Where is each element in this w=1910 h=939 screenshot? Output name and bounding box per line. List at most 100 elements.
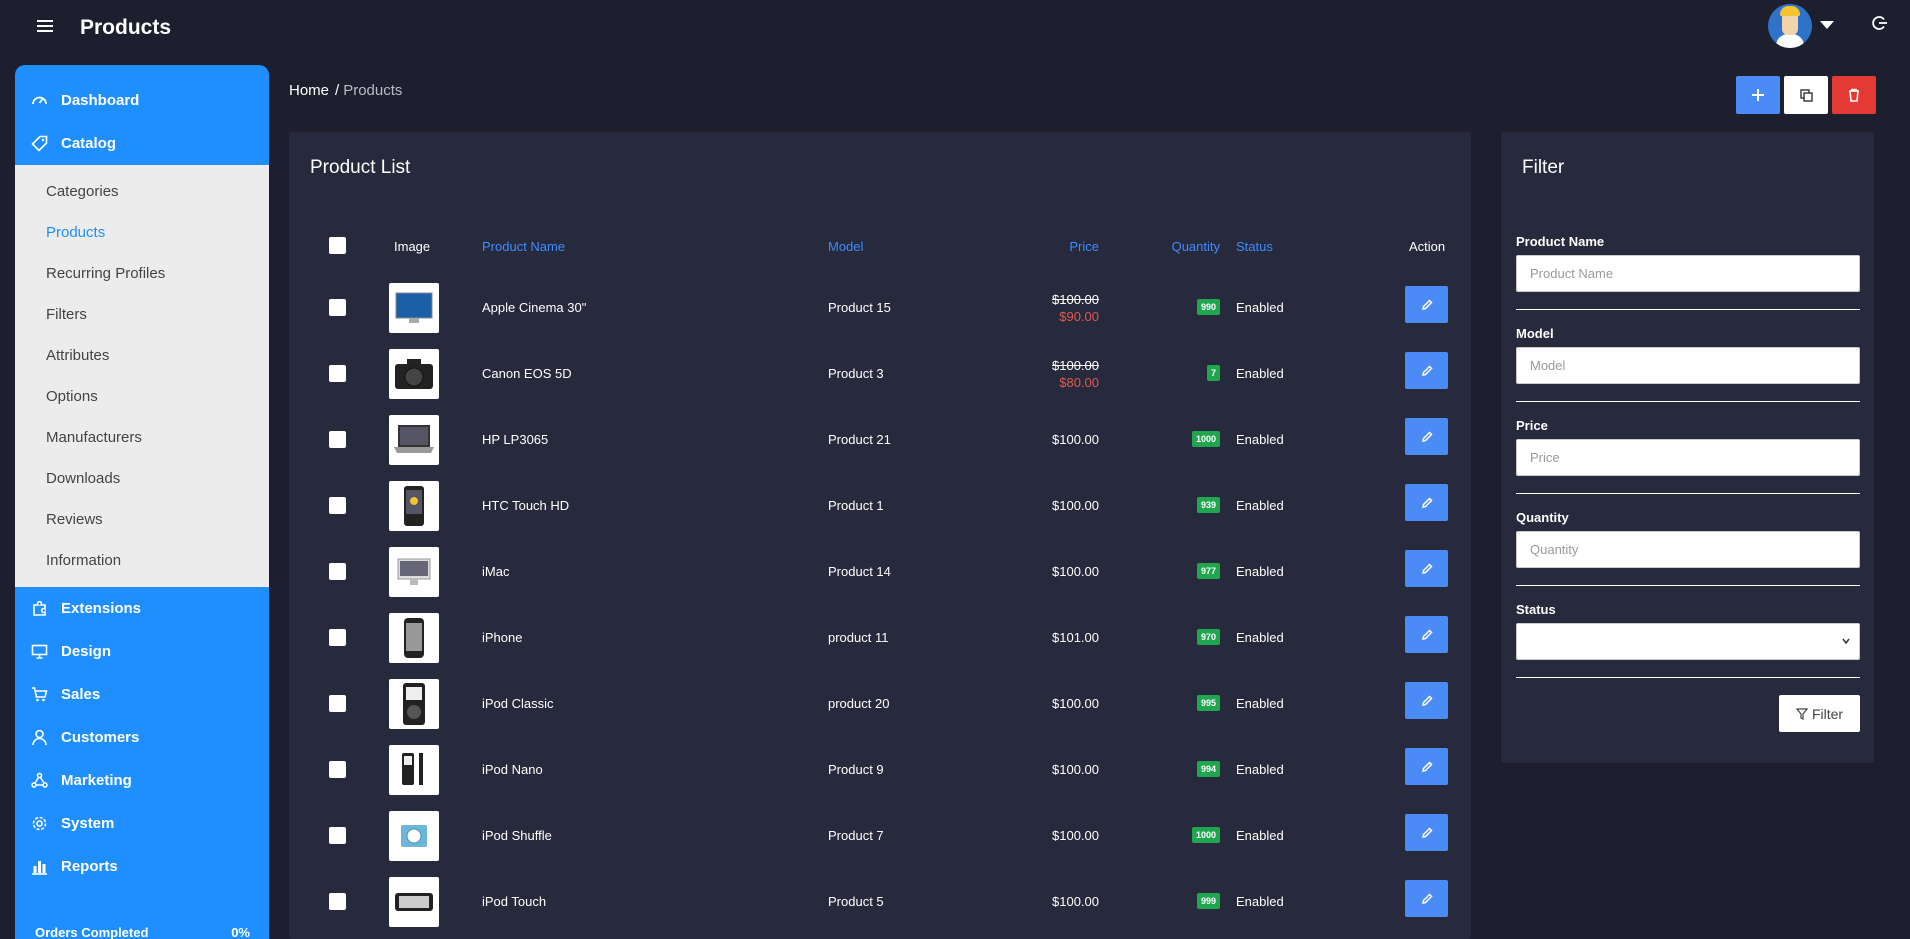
filter-button[interactable]: Filter [1779,695,1860,732]
row-checkbox[interactable] [329,431,346,448]
product-image[interactable] [389,811,439,861]
sidebar-item-sales[interactable]: Sales [15,673,269,716]
edit-button[interactable] [1405,616,1448,653]
pencil-icon [1421,364,1433,376]
share-icon [30,772,48,790]
product-model: Product 5 [828,894,884,909]
pencil-icon [1421,694,1433,706]
filter-quantity-label: Quantity [1516,510,1569,525]
product-image[interactable] [389,481,439,531]
row-checkbox[interactable] [329,299,346,316]
edit-button[interactable] [1405,286,1448,323]
column-product-name[interactable]: Product Name [482,239,565,254]
camera-image [389,359,439,402]
product-image[interactable] [389,415,439,465]
product-image[interactable] [389,877,439,927]
sidebar-item-label: Reports [61,858,118,875]
product-image[interactable] [389,745,439,795]
filter-price-input[interactable]: Price [1516,439,1860,476]
row-checkbox[interactable] [329,497,346,514]
tag-icon [30,135,48,153]
sidebar-subitem-information[interactable]: Information [15,540,269,581]
product-model: Product 14 [828,564,891,579]
sidebar-subitem-manufacturers[interactable]: Manufacturers [15,417,269,458]
sidebar-subitem-recurring-profiles[interactable]: Recurring Profiles [15,253,269,294]
status-text: Enabled [1236,300,1284,315]
edit-button[interactable] [1405,880,1448,917]
product-model: Product 15 [828,300,891,315]
sidebar-subitem-reviews[interactable]: Reviews [15,499,269,540]
edit-button[interactable] [1405,484,1448,521]
filter-quantity-input[interactable]: Quantity [1516,531,1860,568]
sidebar-item-reports[interactable]: Reports [15,845,269,888]
column-price[interactable]: Price [1069,239,1099,254]
product-name: Apple Cinema 30" [482,300,587,315]
edit-button[interactable] [1405,418,1448,455]
ipod-nano-image [389,753,439,798]
filter-status-group: Status [1516,602,1860,678]
sidebar-subitem-products[interactable]: Products [15,212,269,253]
product-image[interactable] [389,349,439,399]
edit-button[interactable] [1405,682,1448,719]
sidebar-subitem-categories[interactable]: Categories [15,171,269,212]
row-checkbox[interactable] [329,761,346,778]
status-text: Enabled [1236,762,1284,777]
row-checkbox[interactable] [329,827,346,844]
hamburger-menu-icon[interactable] [37,20,53,34]
phone-image [389,486,439,534]
filter-status-select[interactable] [1516,623,1860,660]
add-button[interactable] [1736,76,1780,114]
product-image[interactable] [389,283,439,333]
edit-button[interactable] [1405,814,1448,851]
delete-button[interactable] [1832,76,1876,114]
product-name: iPod Nano [482,762,543,777]
price-cell: $100.00 [1052,498,1099,513]
status-text: Enabled [1236,828,1284,843]
filter-product-name-input[interactable]: Product Name [1516,255,1860,292]
sidebar-item-label: Catalog [61,135,117,152]
product-image[interactable] [389,613,439,663]
sidebar-subitem-filters[interactable]: Filters [15,294,269,335]
breadcrumb-home[interactable]: Home [289,82,329,99]
edit-button[interactable] [1405,550,1448,587]
column-status[interactable]: Status [1236,239,1273,254]
status-text: Enabled [1236,630,1284,645]
product-name: iPod Classic [482,696,554,711]
sidebar-item-customers[interactable]: Customers [15,716,269,759]
sidebar-subitem-downloads[interactable]: Downloads [15,458,269,499]
sidebar-item-dashboard[interactable]: Dashboard [15,79,269,122]
original-price: $100.00 [1052,358,1099,373]
sidebar-item-label: Dashboard [61,92,140,109]
breadcrumb-current[interactable]: Products [343,82,402,99]
sidebar-item-marketing[interactable]: Marketing [15,759,269,802]
user-avatar[interactable] [1768,4,1812,48]
copy-button[interactable] [1784,76,1828,114]
product-model: Product 9 [828,762,884,777]
sidebar-subitem-options[interactable]: Options [15,376,269,417]
row-checkbox[interactable] [329,365,346,382]
sidebar-item-extensions[interactable]: Extensions [15,587,269,630]
status-text: Enabled [1236,432,1284,447]
price-cell: $100.00 [1052,432,1099,447]
ipod-classic-image [389,683,439,732]
bar-chart-icon [30,858,48,876]
sidebar-item-system[interactable]: System [15,802,269,845]
edit-button[interactable] [1405,352,1448,389]
status-text: Enabled [1236,498,1284,513]
edit-button[interactable] [1405,748,1448,785]
logout-icon[interactable] [1872,15,1888,31]
sidebar-item-design[interactable]: Design [15,630,269,673]
column-model[interactable]: Model [828,239,863,254]
column-quantity[interactable]: Quantity [1172,239,1220,254]
sidebar-subitem-attributes[interactable]: Attributes [15,335,269,376]
row-checkbox[interactable] [329,563,346,580]
sidebar-item-catalog[interactable]: Catalog [15,122,269,165]
select-all-checkbox[interactable] [329,237,346,254]
filter-model-input[interactable]: Model [1516,347,1860,384]
chevron-down-icon[interactable] [1820,21,1834,29]
product-image[interactable] [389,547,439,597]
row-checkbox[interactable] [329,893,346,910]
row-checkbox[interactable] [329,695,346,712]
product-image[interactable] [389,679,439,729]
row-checkbox[interactable] [329,629,346,646]
